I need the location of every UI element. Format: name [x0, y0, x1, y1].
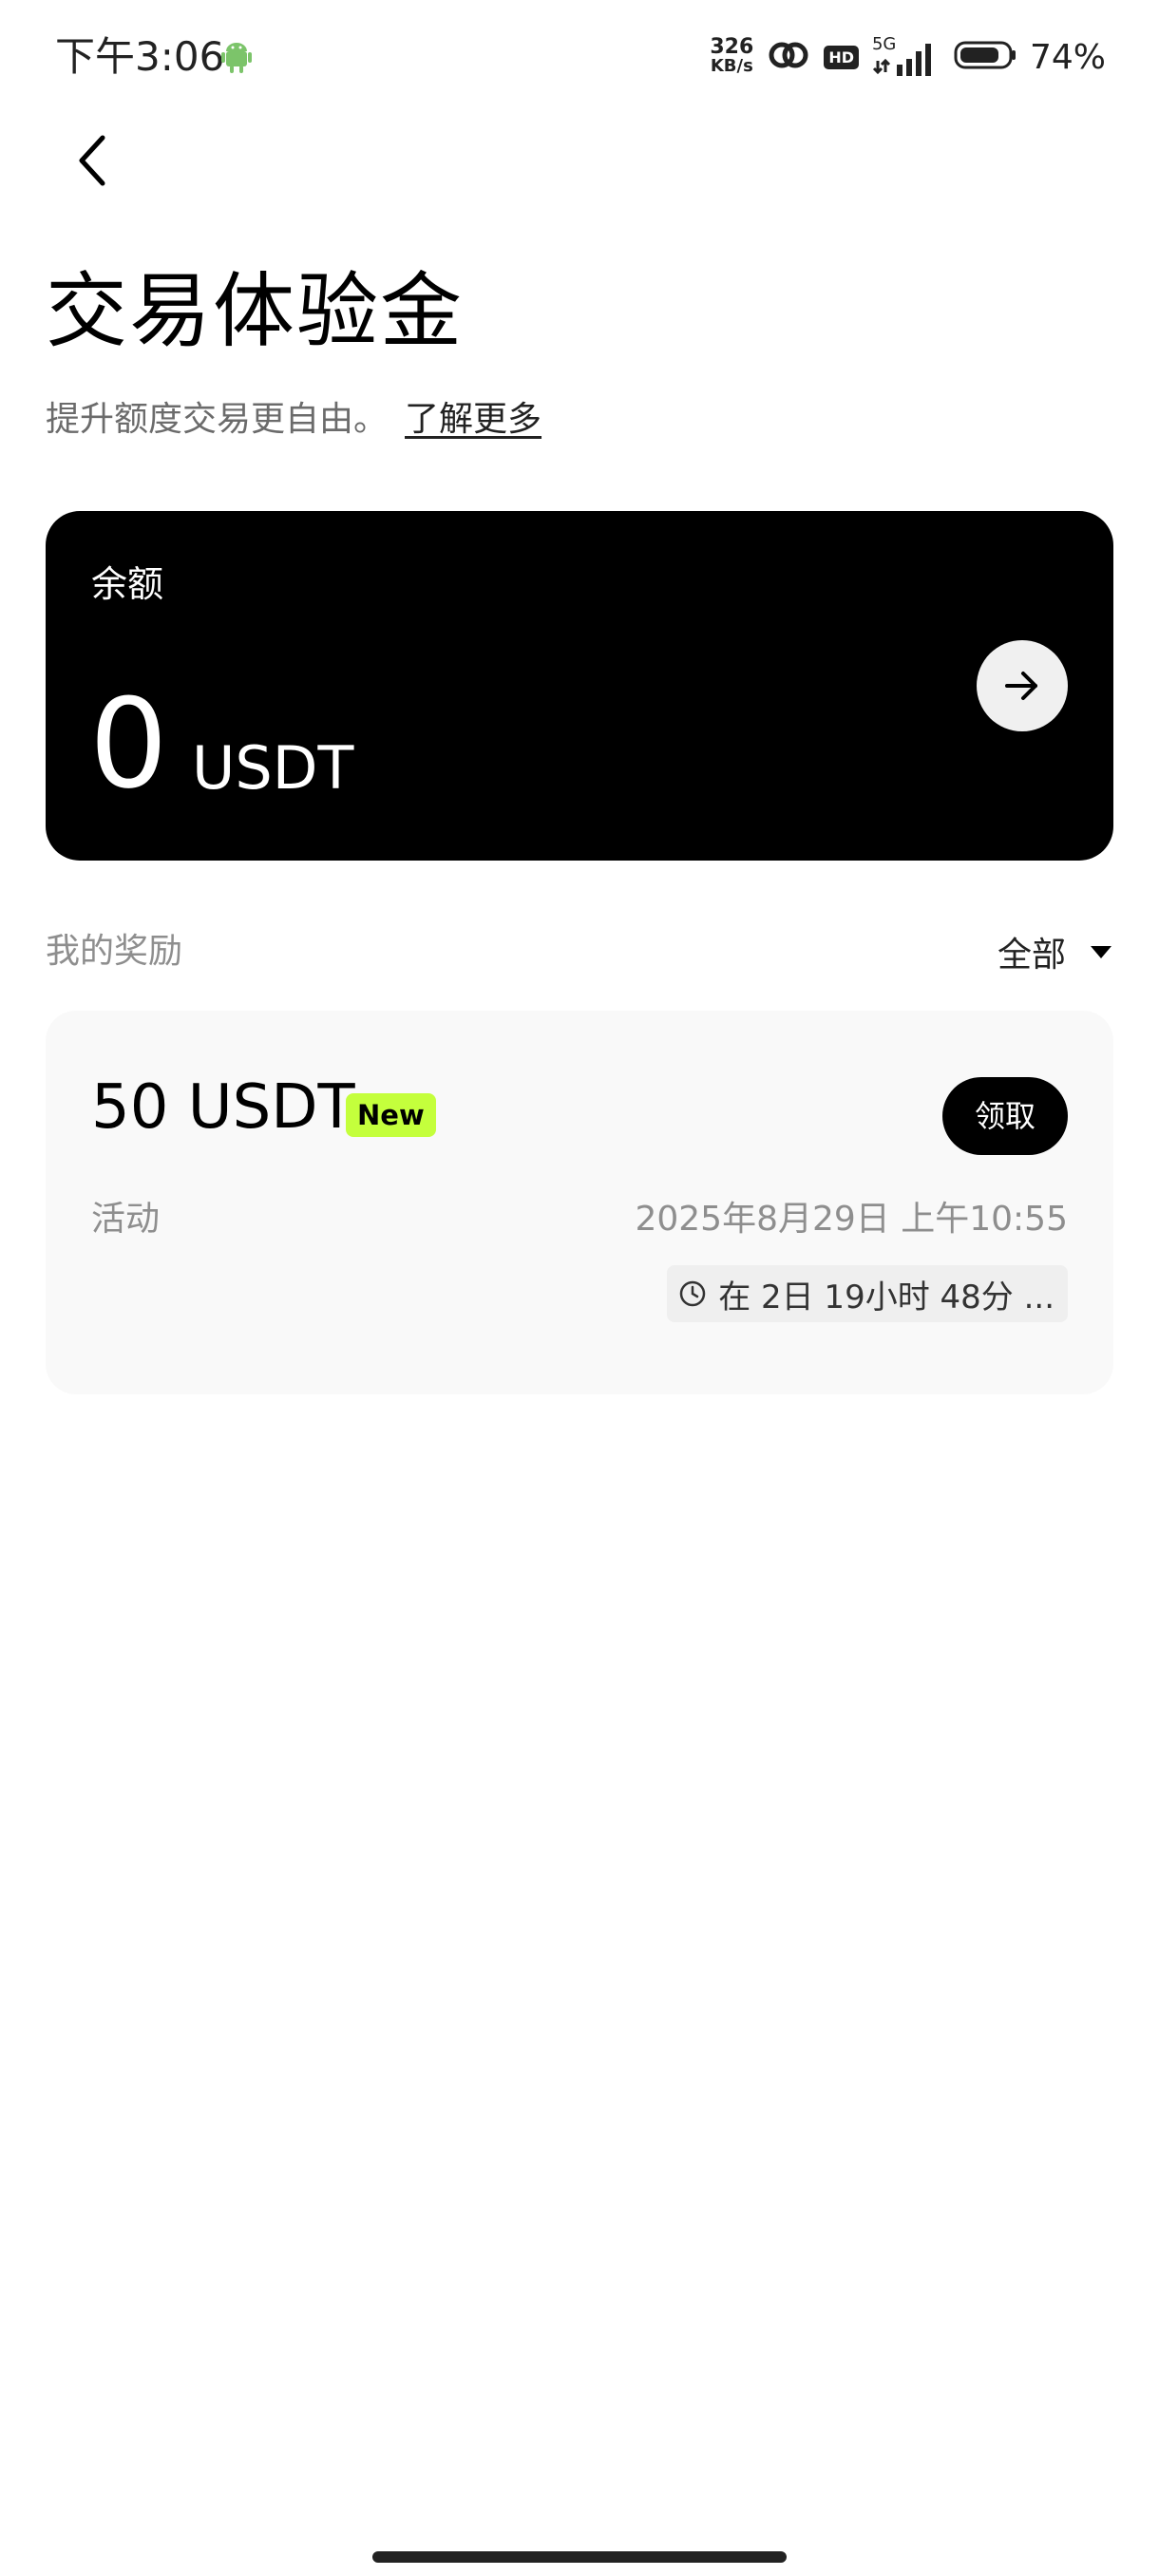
new-badge: New: [346, 1093, 436, 1137]
claim-button[interactable]: 领取: [942, 1077, 1068, 1155]
learn-more-link[interactable]: 了解更多: [405, 400, 542, 439]
balance-label: 余额: [91, 563, 164, 605]
caret-down-icon: [1091, 945, 1112, 958]
link-icon: [767, 39, 810, 75]
status-time: 下午3:06: [55, 33, 225, 80]
page-subtitle: 提升额度交易更自由。 了解更多: [46, 397, 542, 443]
reward-type: 活动: [91, 1200, 161, 1239]
countdown-text: 在 2日 19小时 48分 ...: [718, 1278, 1054, 1316]
status-icons: 326 KB/s HD 5G 74%: [710, 32, 1106, 82]
page-title: 交易体验金: [46, 264, 464, 359]
status-bar: 下午3:06 326 KB/s HD 5G 74%: [0, 0, 1159, 114]
reward-card: 50 USDT New 领取 活动 2025年8月29日 上午10:55 在 2…: [46, 1011, 1113, 1394]
rewards-filter-dropdown[interactable]: 全部: [998, 925, 1112, 978]
rewards-section-label: 我的奖励: [46, 932, 183, 971]
filter-label: 全部: [997, 936, 1066, 975]
balance-unit: USDT: [192, 733, 354, 803]
battery-icon: [954, 40, 1016, 74]
balance-amount: 0: [89, 672, 168, 816]
signal-icon: 5G: [872, 34, 940, 78]
android-icon: [220, 40, 253, 74]
hd-icon: HD: [824, 45, 859, 69]
back-button[interactable]: [65, 131, 122, 190]
net-speed-value: 326: [710, 35, 754, 59]
reward-amount: 50 USDT: [91, 1072, 355, 1143]
clock-icon: [679, 1280, 706, 1307]
arrow-right-icon: [1005, 672, 1037, 700]
home-indicator[interactable]: [372, 2551, 787, 2563]
balance-card: 余额 0 USDT: [46, 511, 1113, 861]
subtitle-text: 提升额度交易更自由。: [46, 400, 389, 439]
expiry-countdown: 在 2日 19小时 48分 ...: [667, 1265, 1068, 1322]
battery-percent: 74%: [1029, 37, 1106, 77]
reward-date: 2025年8月29日 上午10:55: [635, 1200, 1068, 1239]
balance-details-button[interactable]: [977, 640, 1068, 731]
net-speed: 326 KB/s: [710, 35, 754, 76]
chevron-left-icon: [79, 135, 105, 186]
net-speed-unit: KB/s: [710, 56, 753, 76]
